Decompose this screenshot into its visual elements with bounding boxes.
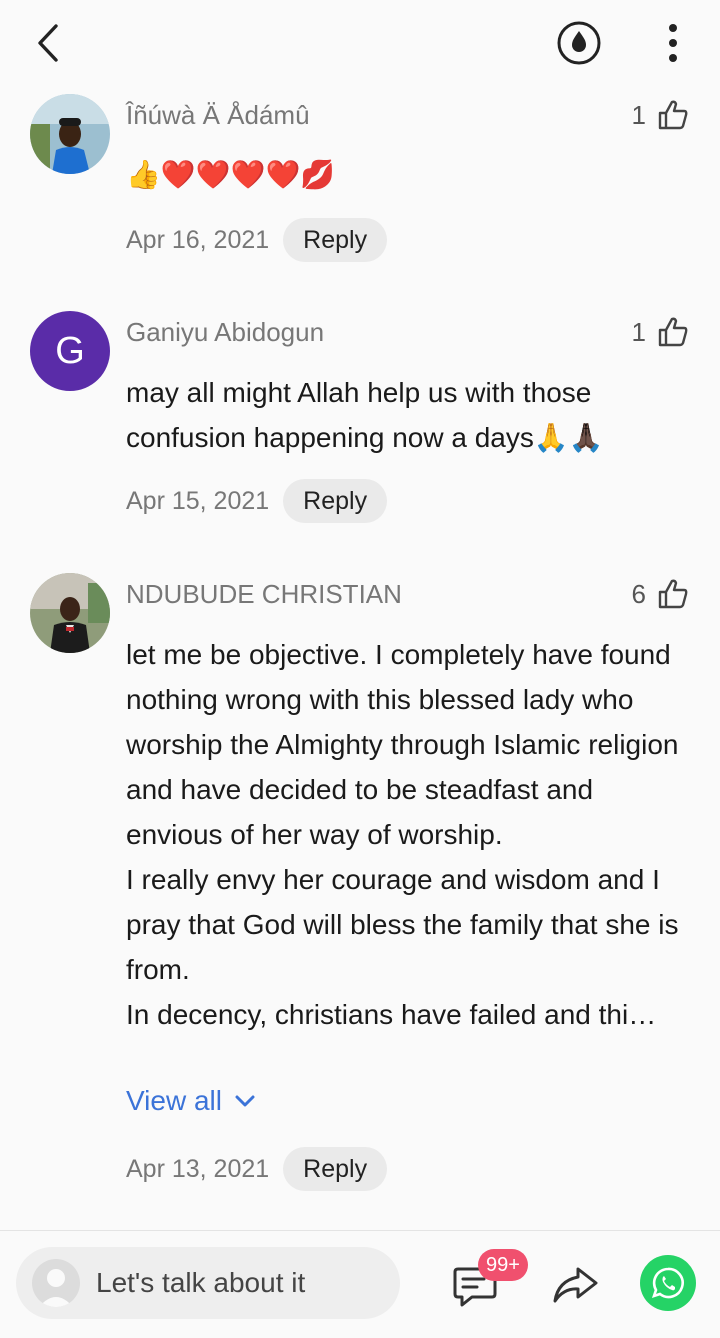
whatsapp-icon[interactable] xyxy=(640,1255,696,1311)
like-button[interactable]: 6 xyxy=(632,577,690,611)
comment-body: let me be objective. I completely have f… xyxy=(126,632,691,1037)
comment-text: 👍❤️❤️❤️❤️💋 xyxy=(126,159,336,190)
like-button[interactable]: 1 xyxy=(632,315,690,349)
top-bar xyxy=(0,0,720,84)
avatar[interactable] xyxy=(30,573,110,653)
comment-item: Îñúwà Ä Ådámû 1 👍❤️❤️❤️❤️💋 Apr 16, 2021 … xyxy=(0,94,720,274)
comment-meta: Apr 16, 2021 Reply xyxy=(126,218,388,262)
like-button[interactable]: 1 xyxy=(632,98,690,132)
chevron-down-icon xyxy=(235,1095,255,1107)
comment-input-placeholder: Let's talk about it xyxy=(96,1267,306,1298)
avatar[interactable]: G xyxy=(30,311,110,391)
view-all-label: View all xyxy=(126,1085,222,1116)
thumbs-up-icon xyxy=(658,579,688,609)
reply-button[interactable]: Reply xyxy=(283,479,388,523)
avatar[interactable] xyxy=(30,94,110,174)
user-avatar-icon xyxy=(32,1259,80,1307)
share-icon[interactable] xyxy=(550,1259,600,1309)
view-all-link[interactable]: View all xyxy=(126,1085,256,1117)
comment-author[interactable]: Ganiyu Abidogun xyxy=(126,317,324,348)
comment-paragraph: In decency, christians have failed and t… xyxy=(126,999,657,1030)
comment-date: Apr 16, 2021 xyxy=(126,225,270,254)
comment-meta: Apr 13, 2021 Reply xyxy=(126,1147,388,1191)
reply-button[interactable]: Reply xyxy=(283,1147,388,1191)
like-count: 6 xyxy=(631,578,646,609)
comment-paragraph: I really envy her courage and wisdom and… xyxy=(126,864,679,985)
comment-author[interactable]: NDUBUDE CHRISTIAN xyxy=(126,579,402,610)
avatar-letter: G xyxy=(55,329,85,372)
comment-author[interactable]: Îñúwà Ä Ådámû xyxy=(126,100,310,131)
water-drop-icon[interactable] xyxy=(556,20,602,66)
comment-text: may all might Allah help us with those c… xyxy=(126,377,604,453)
chevron-left-icon[interactable] xyxy=(26,20,72,66)
reply-button[interactable]: Reply xyxy=(283,218,388,262)
more-vertical-icon[interactable] xyxy=(650,20,696,66)
comment-paragraph: let me be objective. I completely have f… xyxy=(126,639,679,850)
comment-item: NDUBUDE CHRISTIAN 6 let me be objective.… xyxy=(0,573,720,1213)
comment-item: G Ganiyu Abidogun 1 may all might Allah … xyxy=(0,311,720,531)
comment-meta: Apr 15, 2021 Reply xyxy=(126,479,388,523)
comment-input[interactable]: Let's talk about it xyxy=(16,1247,400,1319)
thumbs-up-icon xyxy=(658,317,688,347)
comment-date: Apr 13, 2021 xyxy=(126,1154,270,1183)
comment-body: 👍❤️❤️❤️❤️💋 xyxy=(126,152,691,197)
comment-body: may all might Allah help us with those c… xyxy=(126,370,656,460)
comment-count-badge: 99+ xyxy=(478,1249,528,1281)
like-count: 1 xyxy=(631,316,646,347)
thumbs-up-icon xyxy=(658,100,688,130)
like-count: 1 xyxy=(631,99,646,130)
comment-date: Apr 15, 2021 xyxy=(126,486,270,515)
bottom-bar: Let's talk about it 99+ xyxy=(0,1230,720,1338)
